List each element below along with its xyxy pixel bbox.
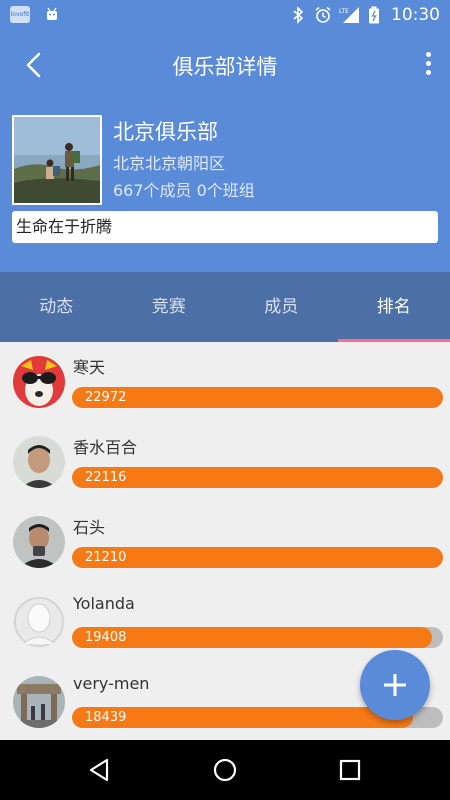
score-value: 18439 [85, 710, 127, 725]
member-name: 寒天 [73, 358, 106, 377]
lte-signal-icon: LTE [339, 7, 359, 23]
score-value: 19408 [85, 630, 127, 645]
more-vert-icon[interactable] [418, 48, 438, 82]
alarm-icon [315, 6, 331, 23]
member-name: Yolanda [73, 594, 135, 613]
list-item[interactable]: 石头 21210 [0, 502, 450, 582]
tab-bar: 动态 竞赛 成员 排名 [0, 272, 450, 342]
tab-ranking[interactable]: 排名 [337, 272, 450, 342]
tab-competition[interactable]: 竞赛 [113, 272, 226, 342]
add-button[interactable] [360, 650, 430, 720]
club-location: 北京北京朝阳区 [113, 154, 226, 173]
score-bar: 22116 [72, 467, 443, 488]
list-item[interactable]: Yolanda 19408 [0, 582, 450, 662]
score-value: 22972 [85, 390, 127, 405]
clock: 10:30 [391, 5, 440, 25]
score-bar: 21210 [72, 547, 443, 568]
back-triangle-icon[interactable] [85, 755, 115, 785]
android-icon [47, 7, 57, 20]
club-header: 俱乐部详情 北京俱乐部 北京北京朝阳区 667个成员 0个班组 生命在于折腾 [0, 30, 450, 272]
system-navigation-bar [0, 740, 450, 800]
score-value: 21210 [85, 550, 127, 565]
avatar [13, 436, 65, 488]
score-bar-fill [72, 467, 443, 488]
club-motto: 生命在于折腾 [12, 211, 438, 243]
score-bar: 22972 [72, 387, 443, 408]
list-item[interactable]: 寒天 22972 [0, 342, 450, 422]
score-bar-fill [72, 547, 443, 568]
member-name: very-men [73, 674, 150, 693]
member-name: 石头 [73, 518, 106, 537]
recents-square-icon[interactable] [335, 755, 365, 785]
club-name: 北京俱乐部 [113, 120, 218, 144]
svg-text:LTE: LTE [339, 8, 349, 15]
club-members-summary: 667个成员 0个班组 [113, 181, 255, 200]
battery-icon [369, 6, 379, 24]
club-avatar[interactable] [12, 115, 102, 205]
page-title: 俱乐部详情 [172, 55, 278, 79]
plus-icon [384, 674, 406, 696]
score-bar-fill [72, 387, 443, 408]
status-bar: lovofit LTE 10:30 [0, 0, 450, 30]
score-value: 22116 [85, 470, 127, 485]
avatar [13, 516, 65, 568]
member-name: 香水百合 [73, 438, 138, 457]
bluetooth-icon [293, 6, 304, 24]
home-circle-icon[interactable] [210, 755, 240, 785]
avatar [13, 356, 65, 408]
list-item[interactable]: 香水百合 22116 [0, 422, 450, 502]
app-bar: 俱乐部详情 [0, 30, 450, 100]
avatar [13, 676, 65, 728]
avatar [13, 596, 65, 648]
score-bar: 19408 [72, 627, 443, 648]
tab-activity[interactable]: 动态 [0, 272, 113, 342]
tab-members[interactable]: 成员 [225, 272, 338, 342]
app-notification-icon: lovofit [10, 6, 30, 23]
